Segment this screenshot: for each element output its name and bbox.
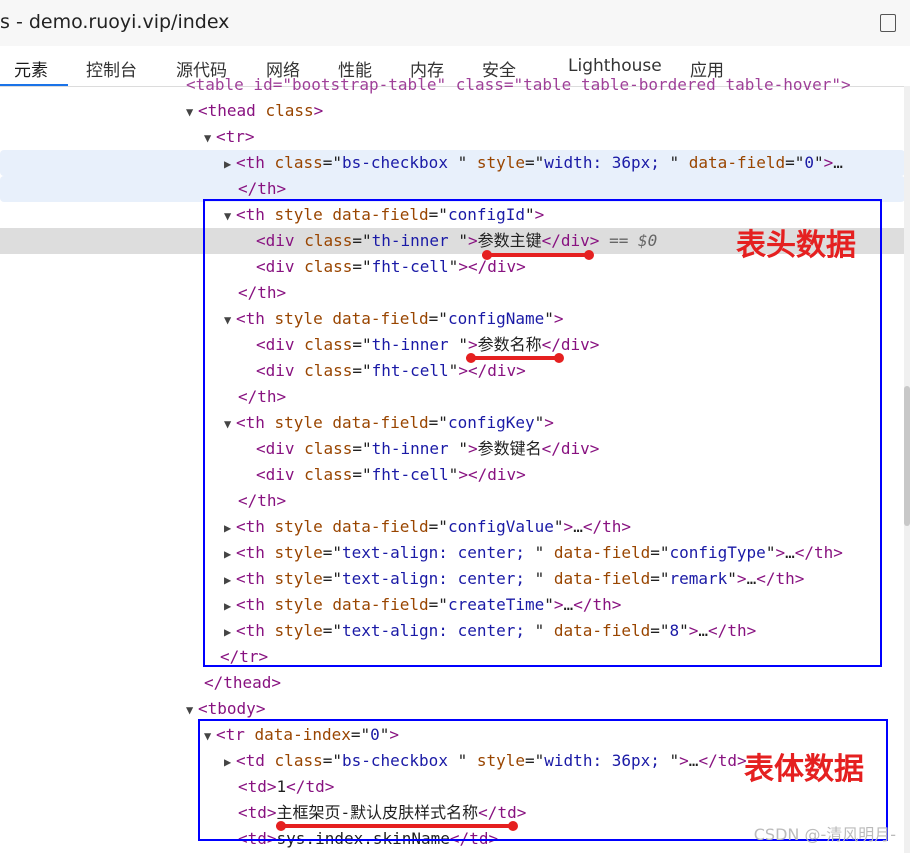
underline-dot — [482, 250, 492, 260]
collapse-triangle-icon[interactable]: ▼ — [186, 697, 198, 723]
underline-stroke — [482, 253, 592, 257]
window-title: s - demo.ruoyi.vip/index — [0, 11, 230, 33]
collapse-triangle-icon[interactable]: ▼ — [204, 125, 216, 151]
elements-dom-tree: <table id="bootstrap-table" class="table… — [0, 75, 910, 853]
scrollbar-thumb[interactable] — [904, 386, 910, 526]
watermark: CSDN @-清风明月- — [753, 825, 896, 844]
window-titlebar: s - demo.ruoyi.vip/index — [0, 0, 910, 47]
underline-dot — [554, 353, 564, 363]
collapse-triangle-icon[interactable]: ▼ — [186, 99, 198, 125]
header-annotation-label: 表头数据 — [736, 228, 856, 263]
body-annotation-label: 表体数据 — [744, 752, 864, 787]
dom-node-table-partial: <table id="bootstrap-table" class="table… — [186, 75, 851, 94]
dom-node-thead[interactable]: ▼ <thead class> — [186, 98, 910, 124]
vertical-scrollbar[interactable] — [904, 86, 910, 853]
expand-triangle-icon[interactable]: ▶ — [224, 151, 236, 177]
dom-node-tr[interactable]: ▼ <tr> — [204, 124, 910, 150]
tab-restore-icon[interactable] — [880, 14, 896, 32]
underline-stroke — [276, 824, 516, 828]
underline-dot — [584, 250, 594, 260]
underline-stroke — [466, 356, 562, 360]
dom-node-thead-close: </thead> — [204, 673, 282, 692]
header-annotation-box — [203, 199, 882, 667]
tab-elements[interactable]: 元素 — [14, 56, 48, 81]
dom-node-th-checkbox[interactable]: ▶ <th class="bs-checkbox " style="width: … — [0, 150, 905, 176]
underline-dot — [508, 821, 518, 831]
underline-dot — [276, 821, 286, 831]
tab-console[interactable]: 控制台 — [86, 56, 137, 81]
underline-dot — [466, 353, 476, 363]
